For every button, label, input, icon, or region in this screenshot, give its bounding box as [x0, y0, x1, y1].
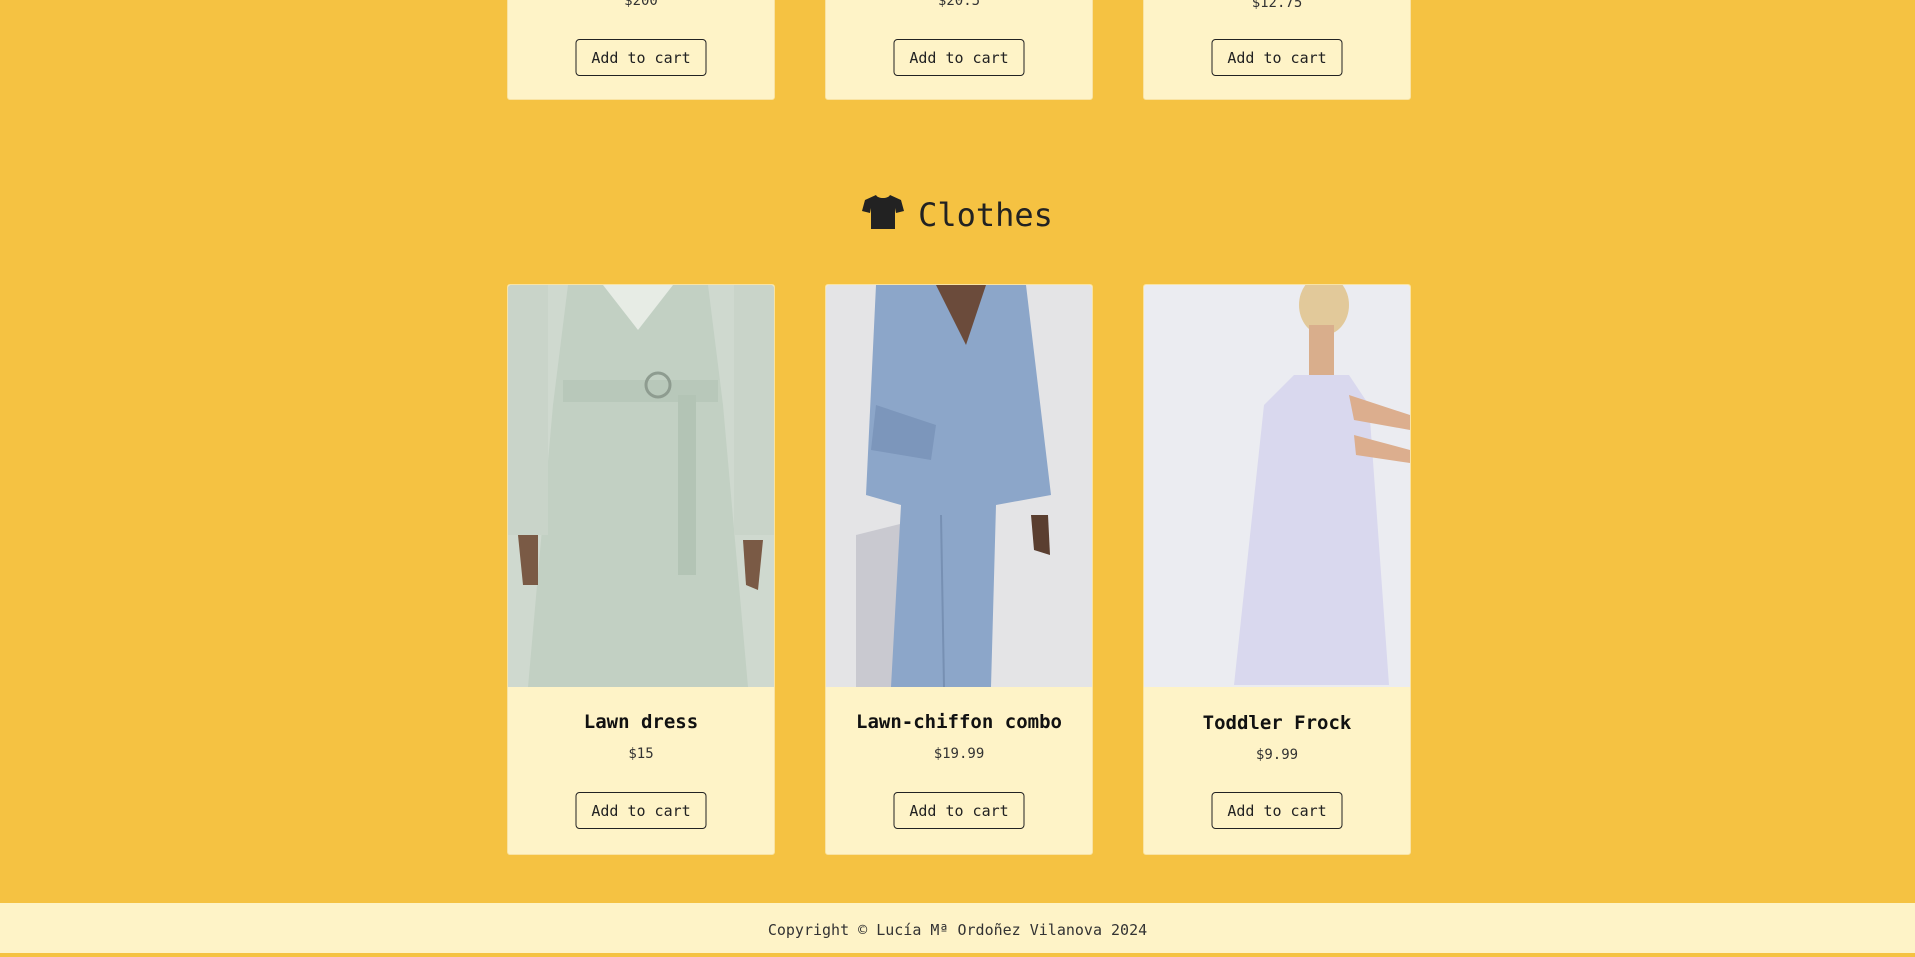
product-price: $20.5: [937, 0, 981, 9]
product-card: $12.75 Add to cart: [1143, 0, 1411, 100]
section-title: Clothes: [918, 196, 1053, 234]
product-image[interactable]: [826, 285, 1092, 687]
section-heading: Clothes: [0, 190, 1915, 240]
product-image[interactable]: [1144, 285, 1410, 687]
product-name: Lawn dress: [583, 711, 699, 733]
product-card: $20.5 Add to cart: [825, 0, 1093, 100]
product-card: Lawn dress $15 Add to cart: [507, 284, 775, 855]
add-to-cart-button[interactable]: Add to cart: [575, 39, 707, 76]
product-card: Lawn-chiffon combo $19.99 Add to cart: [825, 284, 1093, 855]
product-name: Lawn-chiffon combo: [856, 711, 1062, 733]
product-name: Toddler Frock: [1202, 712, 1352, 734]
footer: Copyright © Lucía Mª Ordoñez Vilanova 20…: [0, 903, 1915, 953]
tshirt-icon: [862, 193, 905, 237]
product-price: $12.75: [1251, 0, 1303, 11]
product-price: $15: [628, 746, 654, 762]
add-to-cart-button[interactable]: Add to cart: [575, 792, 707, 829]
product-price: $19.99: [933, 746, 985, 762]
add-to-cart-button[interactable]: Add to cart: [893, 39, 1025, 76]
add-to-cart-button[interactable]: Add to cart: [1211, 792, 1343, 829]
product-image[interactable]: [508, 285, 774, 687]
add-to-cart-button[interactable]: Add to cart: [893, 792, 1025, 829]
product-card: $200 Add to cart: [507, 0, 775, 100]
product-price: $9.99: [1255, 747, 1299, 763]
copyright-text: Copyright © Lucía Mª Ordoñez Vilanova 20…: [767, 921, 1148, 939]
add-to-cart-button[interactable]: Add to cart: [1211, 39, 1343, 76]
product-card: Toddler Frock $9.99 Add to cart: [1143, 284, 1411, 855]
product-price: $200: [624, 0, 658, 9]
